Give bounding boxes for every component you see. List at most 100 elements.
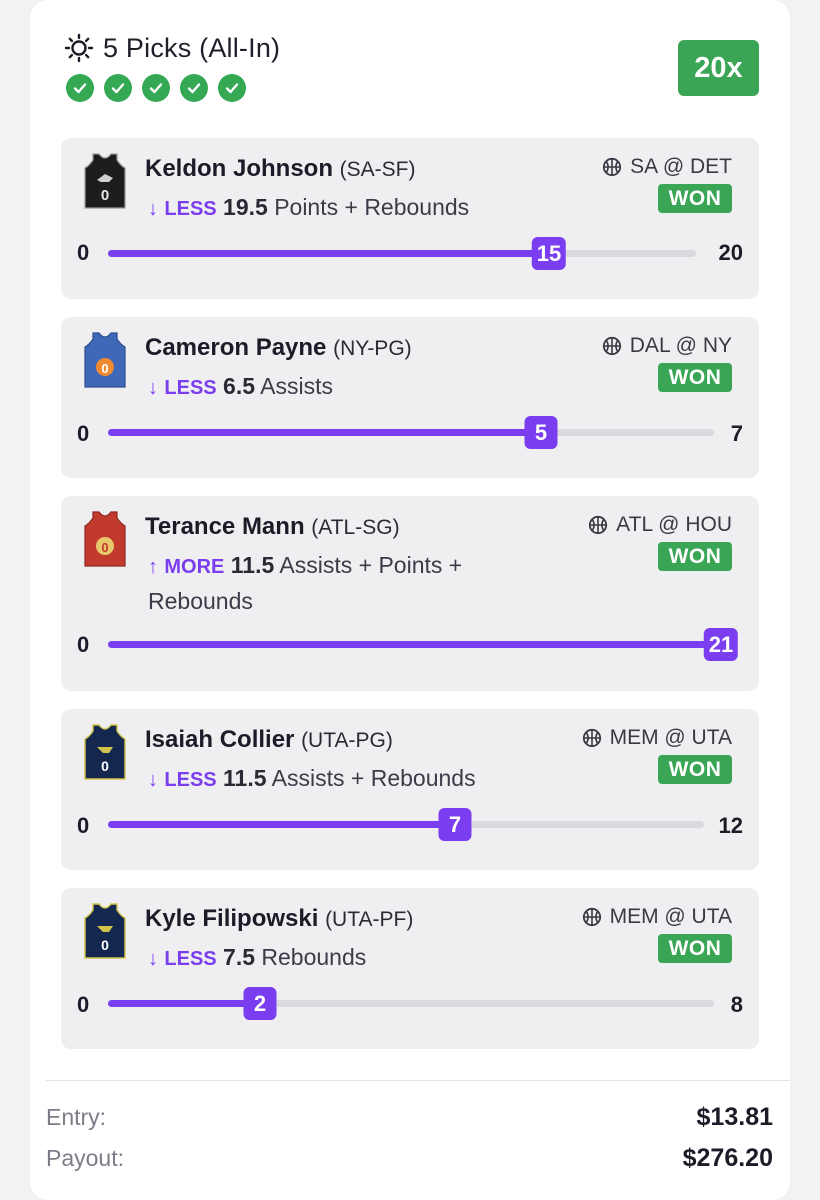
check-icon	[218, 74, 246, 102]
line-value: 19.5	[223, 194, 268, 220]
up-arrow-icon: ↑	[148, 556, 158, 578]
range-min: 0	[77, 992, 90, 1017]
entry-label: Entry:	[46, 1104, 107, 1130]
range-max: 7	[730, 421, 743, 446]
pick-direction: LESS	[164, 948, 217, 970]
pick-card[interactable]: 0 Terance Mann (ATL-SG) ATL @ HOU WON ↑ …	[61, 496, 759, 691]
player-team-position: (SA-SF)	[339, 158, 416, 181]
player-name-text: Cameron Payne	[145, 334, 327, 361]
jersey-icon: 0	[84, 332, 126, 388]
range-max: 20	[718, 240, 743, 265]
player-name: Cameron Payne (NY-PG)	[145, 334, 412, 362]
result-badge: WON	[658, 934, 732, 963]
actual-value-marker: 21	[703, 628, 739, 661]
player-name: Terance Mann (ATL-SG)	[145, 513, 400, 541]
matchup: DAL @ NY	[602, 334, 732, 358]
basketball-icon	[602, 336, 621, 356]
progress-track: 15	[108, 237, 696, 270]
basketball-icon	[603, 157, 622, 177]
range-min: 0	[77, 421, 90, 446]
matchup: MEM @ UTA	[582, 726, 732, 750]
entry-header: 5 Picks (All-In) 20x	[30, 0, 790, 120]
pick-direction: LESS	[164, 769, 217, 791]
range-max: 8	[730, 992, 743, 1017]
pick-status-checks	[66, 74, 246, 102]
matchup-text: ATL @ HOU	[616, 513, 732, 536]
player-name: Keldon Johnson (SA-SF)	[145, 155, 416, 183]
actual-value-marker: 2	[243, 987, 277, 1020]
stat-type: Assists + Rebounds	[271, 765, 476, 791]
progress-track: 21	[108, 628, 739, 661]
pick-line: ↓ LESS 7.5 Rebounds	[148, 940, 608, 976]
pick-card[interactable]: 0 Cameron Payne (NY-PG) DAL @ NY WON ↓ L…	[61, 317, 759, 478]
check-icon	[180, 74, 208, 102]
player-team-position: (UTA-PF)	[325, 908, 414, 931]
svg-text:0: 0	[101, 758, 109, 774]
matchup-text: DAL @ NY	[629, 334, 732, 357]
entry-title: 5 Picks (All-In)	[103, 33, 281, 63]
pick-direction: LESS	[164, 377, 217, 399]
result-badge: WON	[658, 363, 732, 392]
basketball-icon	[589, 515, 608, 535]
multiplier-badge: 20x	[678, 40, 759, 96]
payout-value: $276.20	[682, 1144, 773, 1172]
down-arrow-icon: ↓	[148, 948, 158, 970]
pick-card[interactable]: 0 Isaiah Collier (UTA-PG) MEM @ UTA WON …	[61, 709, 759, 870]
player-name: Kyle Filipowski (UTA-PF)	[145, 905, 413, 933]
jersey-icon: 0	[84, 903, 126, 959]
matchup-text: SA @ DET	[630, 155, 732, 178]
down-arrow-icon: ↓	[148, 769, 158, 791]
progress-track: 5	[108, 416, 714, 449]
actual-value-marker: 15	[531, 237, 567, 270]
jersey-icon: 0	[84, 724, 126, 780]
progress-fill	[108, 429, 541, 436]
progress-fill	[108, 641, 736, 648]
pick-direction: MORE	[164, 556, 225, 578]
svg-text:0: 0	[101, 187, 109, 204]
player-name-text: Terance Mann	[145, 513, 305, 540]
svg-text:0: 0	[101, 361, 108, 376]
matchup: MEM @ UTA	[582, 905, 732, 929]
line-value: 11.5	[223, 765, 267, 791]
summary-divider	[46, 1080, 790, 1081]
progress-fill	[108, 250, 549, 257]
check-icon	[66, 74, 94, 102]
player-name-text: Kyle Filipowski	[145, 905, 319, 932]
actual-value-marker: 7	[438, 808, 472, 841]
matchup-text: MEM @ UTA	[609, 905, 732, 928]
player-team-position: (UTA-PG)	[301, 729, 393, 752]
pick-line: ↓ LESS 6.5 Assists	[148, 369, 608, 405]
stat-type: Assists	[260, 373, 333, 399]
progress-track: 7	[108, 808, 704, 841]
pick-line: ↓ LESS 19.5 Points + Rebounds	[148, 190, 608, 226]
matchup: ATL @ HOU	[588, 513, 732, 537]
pick-line: ↓ LESS 11.5 Assists + Rebounds	[148, 761, 608, 797]
check-icon	[104, 74, 132, 102]
player-name-text: Keldon Johnson	[145, 155, 333, 182]
pick-direction: LESS	[164, 198, 217, 220]
pick-card[interactable]: 0 Kyle Filipowski (UTA-PF) MEM @ UTA WON…	[61, 888, 759, 1049]
pick-card[interactable]: 0 Keldon Johnson (SA-SF) SA @ DET WON ↓ …	[61, 138, 759, 299]
down-arrow-icon: ↓	[148, 198, 158, 220]
range-min: 0	[77, 240, 90, 265]
player-team-position: (NY-PG)	[333, 337, 412, 360]
progress-track: 2	[108, 987, 714, 1020]
basketball-icon	[582, 907, 601, 927]
result-badge: WON	[658, 755, 732, 784]
down-arrow-icon: ↓	[148, 377, 158, 399]
stat-type: Points + Rebounds	[274, 194, 470, 220]
stat-type: Rebounds	[261, 944, 367, 970]
payout-label: Payout:	[46, 1145, 124, 1171]
jersey-icon: 0	[84, 511, 126, 567]
basketball-icon	[582, 728, 601, 748]
check-icon	[142, 74, 170, 102]
player-name-text: Isaiah Collier	[145, 726, 295, 753]
entry-card: 5 Picks (All-In) 20x 0 Keldon Johnson (S…	[30, 0, 790, 1200]
pick-line: ↑ MORE 11.5 Assists + Points + Rebounds	[148, 548, 528, 618]
range-min: 0	[77, 813, 90, 838]
line-value: 7.5	[223, 944, 256, 970]
line-value: 6.5	[223, 373, 256, 399]
jersey-icon: 0	[84, 153, 126, 209]
range-min: 0	[77, 632, 90, 657]
svg-text:0: 0	[101, 540, 108, 555]
